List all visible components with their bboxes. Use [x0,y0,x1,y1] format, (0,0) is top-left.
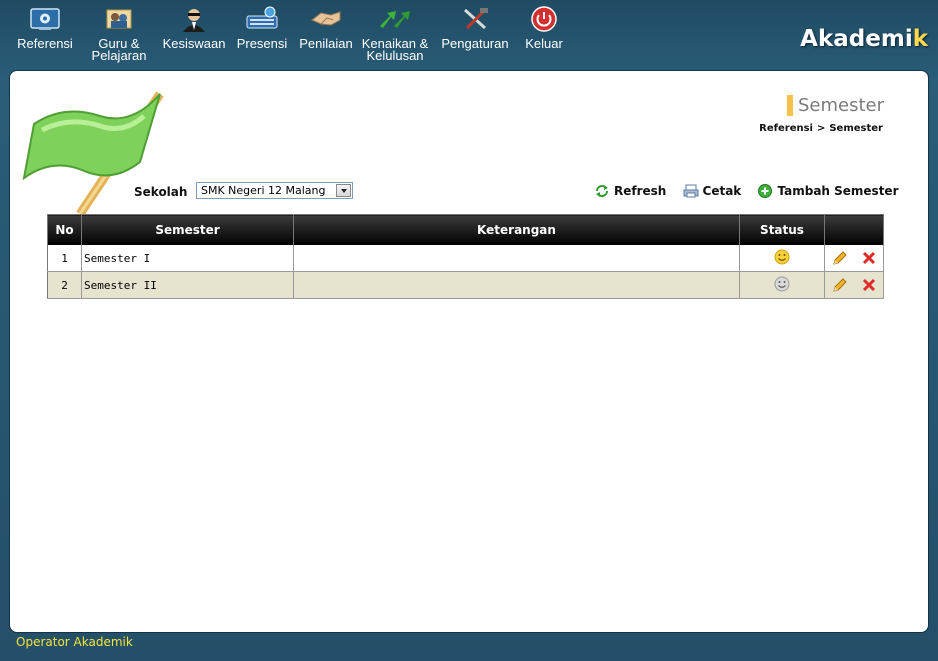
column-header-semester: Semester [81,214,294,245]
add-semester-button[interactable]: Tambah Semester [757,184,899,198]
status-inactive-smiley-icon[interactable] [774,276,790,292]
print-button[interactable]: Cetak [683,184,742,198]
nav-label: Keluar [525,36,563,51]
sekolah-selected-value: SMK Negeri 12 Malang [201,184,326,197]
tools-icon [463,8,488,30]
semester-table: No Semester Keterangan Status 1 Semester… [47,214,884,299]
nav-label: Presensi [236,36,288,51]
breadcrumb-separator: > [816,123,826,134]
breadcrumb: Referensi > Semester [759,123,883,134]
column-header-actions [824,214,884,245]
nav-guru-pelajaran[interactable]: Guru & Pelajaran [90,6,148,62]
nav-label: Kesiswaan [162,36,226,51]
app-brand: Akademik [800,26,928,52]
nav-penilaian[interactable]: Penilaian [298,6,354,50]
top-nav: Referensi Guru & Pelajaran Kesiswaan Pre… [0,0,938,70]
cell-semester: Semester I [81,245,294,272]
cell-keterangan [293,245,740,272]
nav-keluar[interactable]: Keluar [522,6,566,50]
edit-pencil-icon[interactable] [832,277,848,293]
cell-status [739,245,825,272]
table-row: 2 Semester II [47,271,884,299]
attendance-keyboard-icon [246,6,278,29]
teachers-icon [106,9,132,29]
column-header-no: No [47,214,82,245]
power-icon [531,6,557,32]
page-title: Semester [786,95,884,116]
action-bar: Refresh Cetak Tambah Semester [582,184,899,201]
refresh-button[interactable]: Refresh [594,184,666,198]
cell-no: 2 [47,271,82,299]
add-semester-label: Tambah Semester [777,184,899,198]
nav-label: Kenaikan & Kelulusan [361,36,429,63]
breadcrumb-parent[interactable]: Referensi [759,123,813,134]
print-icon [683,184,699,198]
cell-keterangan [293,271,740,299]
edit-pencil-icon[interactable] [832,250,848,266]
nav-presensi[interactable]: Presensi [235,6,289,50]
brand-main: Akademi [800,26,913,52]
promotion-arrows-icon [380,11,410,28]
app-frame: Referensi Guru & Pelajaran Kesiswaan Pre… [0,0,938,661]
student-icon [183,9,205,32]
delete-icon[interactable] [862,278,876,292]
nav-label: Referensi [17,36,73,51]
logged-in-user: Operator Akademik [16,635,133,649]
settings-monitor-icon [30,8,60,30]
cell-actions [824,245,884,272]
chevron-down-icon[interactable] [336,184,351,197]
nav-label: Guru & Pelajaran [91,36,147,63]
handshake-icon [311,11,341,26]
nav-referensi[interactable]: Referensi [17,6,73,50]
table-row: 1 Semester I [47,245,884,272]
brand-accent: k [912,26,928,52]
cell-actions [824,271,884,299]
column-header-status: Status [739,214,825,245]
nav-label: Penilaian [299,36,353,51]
add-icon [758,184,773,198]
main-content: Semester Referensi > Semester Sekolah SMK … [9,70,929,633]
refresh-icon [596,185,608,197]
cell-semester: Semester II [81,271,294,299]
delete-icon[interactable] [862,251,876,265]
status-active-smiley-icon[interactable] [774,249,790,265]
table-header-row: No Semester Keterangan Status [47,214,884,245]
nav-pengaturan[interactable]: Pengaturan [440,6,510,50]
refresh-label: Refresh [614,184,667,198]
cell-no: 1 [47,245,82,272]
column-header-keterangan: Keterangan [293,214,740,245]
sekolah-select[interactable]: SMK Negeri 12 Malang [196,182,353,199]
print-label: Cetak [702,184,742,198]
nav-kenaikan-kelulusan[interactable]: Kenaikan & Kelulusan [360,6,430,62]
sekolah-label: Sekolah [134,185,188,199]
nav-label: Pengaturan [441,36,509,51]
nav-kesiswaan[interactable]: Kesiswaan [162,6,226,50]
breadcrumb-current: Semester [829,123,883,134]
cell-status [739,271,825,299]
